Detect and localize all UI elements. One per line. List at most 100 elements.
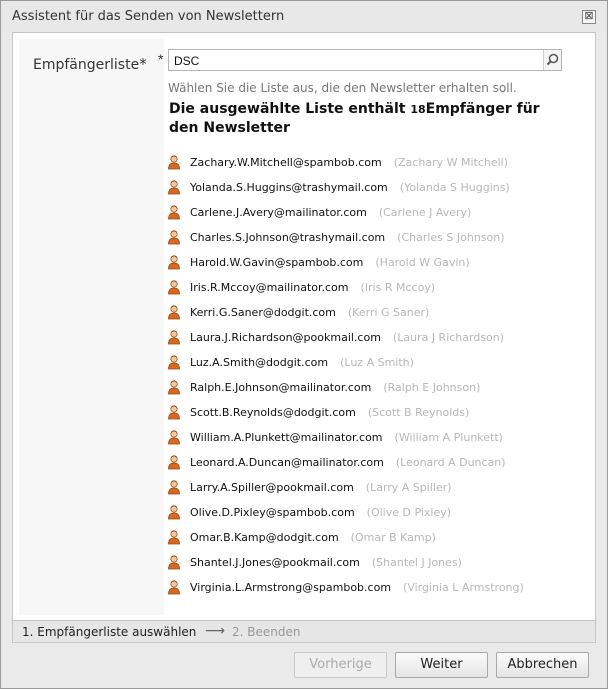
recipient-row: Virginia.L.Armstrong@spambob.com (Virgini… bbox=[166, 578, 586, 603]
recipient-entry: Kerri.G.Saner@dodgit.com (Kerri G Saner) bbox=[190, 306, 429, 319]
recipient-name: (Shantel J Jones) bbox=[371, 556, 462, 569]
step-arrow-icon: ⟶ bbox=[205, 623, 226, 639]
recipient-name: (Yolanda S Huggins) bbox=[399, 181, 510, 194]
label-column: Empfängerliste * bbox=[19, 39, 164, 615]
recipient-name: (Harold W Gavin) bbox=[375, 256, 470, 269]
recipient-row: Olive.D.Pixley@spambob.com (Olive D Pixle… bbox=[166, 503, 586, 528]
recipient-entry: Larry.A.Spiller@pookmail.com (Larry A Spi… bbox=[190, 481, 452, 494]
person-icon bbox=[168, 330, 180, 345]
person-icon bbox=[168, 580, 180, 595]
person-icon bbox=[168, 180, 180, 195]
recipient-email: Laura.J.Richardson@pookmail.com bbox=[190, 331, 381, 344]
recipient-email: Leonard.A.Duncan@mailinator.com bbox=[190, 456, 384, 469]
recipient-entry: Shantel.J.Jones@pookmail.com (Shantel J J… bbox=[190, 556, 462, 569]
wizard-steps: 1. Empfängerliste auswählen ⟶ 2. Beenden bbox=[12, 621, 596, 643]
person-icon bbox=[168, 555, 180, 570]
window-title: Assistent für das Senden von Newslettern bbox=[12, 9, 285, 24]
recipient-entry: Iris.R.Mccoy@mailinator.com (Iris R Mccoy… bbox=[190, 281, 435, 294]
recipient-email: Shantel.J.Jones@pookmail.com bbox=[190, 556, 360, 569]
recipient-email: Charles.S.Johnson@trashymail.com bbox=[190, 231, 386, 244]
recipient-row: Larry.A.Spiller@pookmail.com (Larry A Spi… bbox=[166, 478, 586, 503]
recipient-name: (Leonard A Duncan) bbox=[395, 456, 506, 469]
summary-prefix: Die ausgewählte Liste enthält bbox=[169, 101, 411, 117]
recipient-name: (Charles S Johnson) bbox=[397, 231, 505, 244]
person-icon bbox=[168, 255, 180, 270]
magnifier-icon bbox=[546, 53, 559, 66]
recipient-email: Zachary.W.Mitchell@spambob.com bbox=[190, 156, 382, 169]
person-icon bbox=[168, 480, 180, 495]
recipient-name: (Olive D Pixley) bbox=[366, 506, 452, 519]
recipient-row: Omar.B.Kamp@dodgit.com (Omar B Kamp) bbox=[166, 528, 586, 553]
recipient-count: 18 bbox=[410, 103, 426, 116]
recipient-email: William.A.Plunkett@mailinator.com bbox=[190, 431, 383, 444]
recipient-name: (Omar B Kamp) bbox=[350, 531, 436, 544]
recipient-name: (Ralph E Johnson) bbox=[383, 381, 481, 394]
titlebar: Assistent für das Senden von Newslettern… bbox=[1, 1, 607, 31]
recipient-name: (William A Plunkett) bbox=[394, 431, 503, 444]
recipient-row: William.A.Plunkett@mailinator.com (Willia… bbox=[166, 428, 586, 453]
recipient-row: Harold.W.Gavin@spambob.com (Harold W Gavi… bbox=[166, 253, 586, 278]
person-icon bbox=[168, 530, 180, 545]
recipient-row: Iris.R.Mccoy@mailinator.com (Iris R Mccoy… bbox=[166, 278, 586, 303]
search-input-value[interactable]: DSC bbox=[174, 54, 199, 68]
person-icon bbox=[168, 155, 180, 170]
required-star: * bbox=[158, 51, 164, 67]
recipient-email: Carlene.J.Avery@mailinator.com bbox=[190, 206, 367, 219]
person-icon bbox=[168, 380, 180, 395]
recipient-entry: Virginia.L.Armstrong@spambob.com (Virgini… bbox=[190, 581, 524, 594]
previous-button[interactable]: Vorherige bbox=[294, 652, 387, 678]
newsletter-wizard-dialog: Assistent für das Senden von Newslettern… bbox=[0, 0, 608, 689]
recipient-list-label-text: Empfängerliste bbox=[33, 57, 140, 73]
person-icon bbox=[168, 280, 180, 295]
person-icon bbox=[168, 455, 180, 470]
recipient-entry: Ralph.E.Johnson@mailinator.com (Ralph E J… bbox=[190, 381, 480, 394]
recipient-row: Leonard.A.Duncan@mailinator.com (Leonard … bbox=[166, 453, 586, 478]
recipient-email: Omar.B.Kamp@dodgit.com bbox=[190, 531, 339, 544]
recipient-email: Scott.B.Reynolds@dodgit.com bbox=[190, 406, 356, 419]
recipient-email: Harold.W.Gavin@spambob.com bbox=[190, 256, 364, 269]
recipient-row: Charles.S.Johnson@trashymail.com (Charles… bbox=[166, 228, 586, 253]
recipient-entry: Harold.W.Gavin@spambob.com (Harold W Gavi… bbox=[190, 256, 470, 269]
recipient-row: Laura.J.Richardson@pookmail.com (Laura J … bbox=[166, 328, 586, 353]
person-icon bbox=[168, 230, 180, 245]
person-icon bbox=[168, 430, 180, 445]
recipient-email: Luz.A.Smith@dodgit.com bbox=[190, 356, 329, 369]
person-icon bbox=[168, 205, 180, 220]
next-button[interactable]: Weiter bbox=[395, 652, 488, 678]
recipient-entry: William.A.Plunkett@mailinator.com (Willia… bbox=[190, 431, 503, 444]
list-hint: Wählen Sie die Liste aus, die den Newsle… bbox=[168, 81, 517, 95]
step-select-list: 1. Empfängerliste auswählen bbox=[22, 625, 197, 639]
recipient-entry: Laura.J.Richardson@pookmail.com (Laura J … bbox=[190, 331, 504, 344]
recipient-name: (Carlene J Avery) bbox=[378, 206, 472, 219]
step-finish: 2. Beenden bbox=[232, 625, 301, 639]
recipient-name: (Iris R Mccoy) bbox=[360, 281, 436, 294]
person-icon bbox=[168, 355, 180, 370]
recipient-name: (Zachary W Mitchell) bbox=[393, 156, 509, 169]
recipient-email: Iris.R.Mccoy@mailinator.com bbox=[190, 281, 349, 294]
recipient-list-input[interactable]: DSC bbox=[168, 49, 562, 71]
close-icon: ⊠ bbox=[584, 10, 594, 22]
recipient-row: Ralph.E.Johnson@mailinator.com (Ralph E J… bbox=[166, 378, 586, 403]
cancel-button[interactable]: Abbrechen bbox=[496, 652, 589, 678]
recipient-entry: Scott.B.Reynolds@dodgit.com (Scott B Reyn… bbox=[190, 406, 469, 419]
recipient-row: Carlene.J.Avery@mailinator.com (Carlene J… bbox=[166, 203, 586, 228]
recipient-entry: Luz.A.Smith@dodgit.com (Luz A Smith) bbox=[190, 356, 414, 369]
recipient-email: Yolanda.S.Huggins@trashymail.com bbox=[190, 181, 388, 194]
recipient-entry: Charles.S.Johnson@trashymail.com (Charles… bbox=[190, 231, 505, 244]
person-icon bbox=[168, 505, 180, 520]
recipient-name: (Luz A Smith) bbox=[340, 356, 414, 369]
recipient-row: Kerri.G.Saner@dodgit.com (Kerri G Saner) bbox=[166, 303, 586, 328]
recipient-email: Kerri.G.Saner@dodgit.com bbox=[190, 306, 336, 319]
recipient-name: (Virginia L Armstrong) bbox=[403, 581, 524, 594]
recipient-row: Yolanda.S.Huggins@trashymail.com (Yolanda… bbox=[166, 178, 586, 203]
recipient-email: Virginia.L.Armstrong@spambob.com bbox=[190, 581, 392, 594]
recipient-summary: Die ausgewählte Liste enthält 18Empfänge… bbox=[169, 100, 569, 138]
recipient-name: (Larry A Spiller) bbox=[365, 481, 452, 494]
recipient-name: (Laura J Richardson) bbox=[392, 331, 505, 344]
recipient-row: Shantel.J.Jones@pookmail.com (Shantel J J… bbox=[166, 553, 586, 578]
close-button[interactable]: ⊠ bbox=[582, 10, 596, 24]
search-button[interactable] bbox=[543, 50, 561, 70]
recipient-email: Larry.A.Spiller@pookmail.com bbox=[190, 481, 354, 494]
recipient-name: (Scott B Reynolds) bbox=[367, 406, 470, 419]
person-icon bbox=[168, 405, 180, 420]
